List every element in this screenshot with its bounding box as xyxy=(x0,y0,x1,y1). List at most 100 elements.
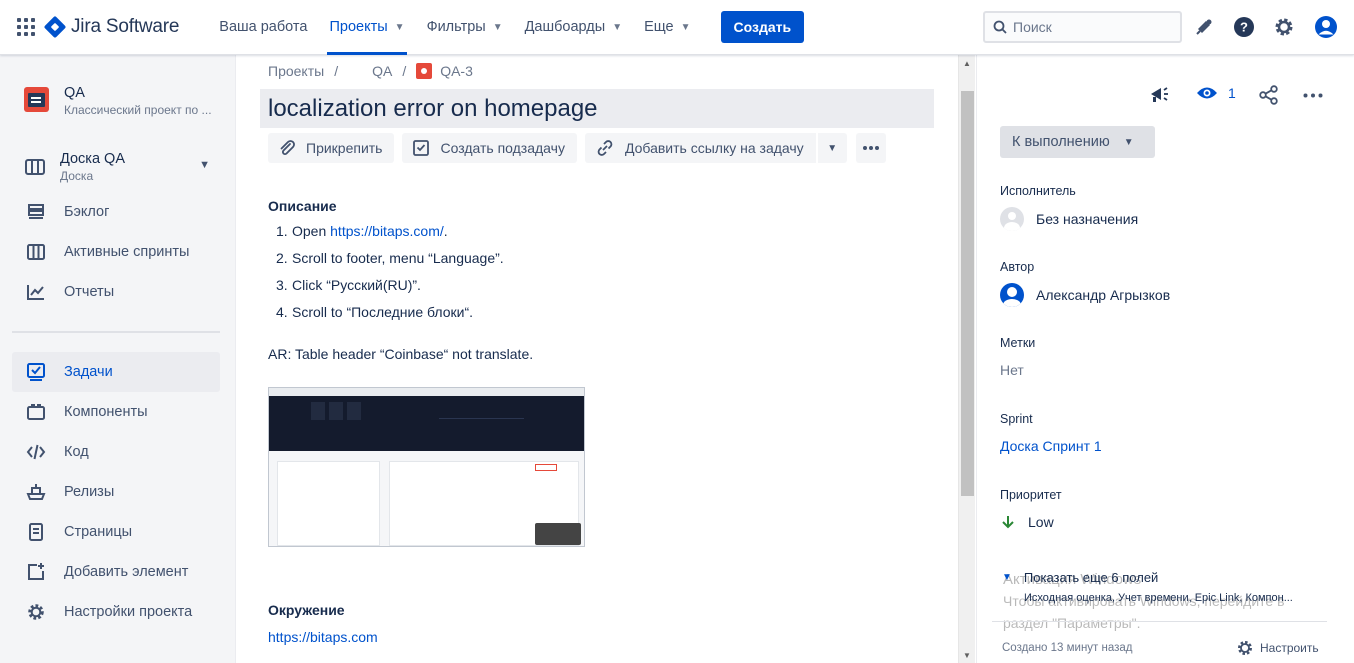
issue-title[interactable]: localization error on homepage xyxy=(260,89,934,128)
pages-icon xyxy=(24,520,48,544)
sidebar-item-backlog[interactable]: Бэклог xyxy=(12,192,220,232)
stats-table xyxy=(439,418,524,440)
breadcrumb-projects[interactable]: Проекты xyxy=(268,63,324,79)
breadcrumb-separator: / xyxy=(334,63,339,79)
step-item: 1. Open https://bitaps.com/. xyxy=(276,223,504,250)
board-selector[interactable]: Доска QA Доска ▼ xyxy=(24,151,220,183)
settings-icon xyxy=(24,600,48,624)
nav-more[interactable]: Еще ▼ xyxy=(634,0,700,55)
show-more-fields-list: Исходная оценка, Учет времени, Epic Link… xyxy=(1024,592,1293,604)
jira-logo[interactable]: Jira Software xyxy=(43,15,180,39)
sidebar-item-add-item[interactable]: Добавить элемент xyxy=(12,552,220,592)
scroll-down-icon[interactable]: ▼ xyxy=(963,651,971,660)
attach-button[interactable]: Прикрепить xyxy=(268,133,395,163)
breadcrumb-issue-key[interactable]: QA-3 xyxy=(440,63,473,79)
watch-button[interactable]: 1 xyxy=(1196,85,1236,101)
left-panel xyxy=(277,461,380,546)
create-button[interactable]: Создать xyxy=(720,11,805,43)
board-icon xyxy=(25,159,45,175)
chevron-down-icon: ▼ xyxy=(612,21,623,33)
main-scrollbar[interactable]: ▲ ▼ xyxy=(958,55,975,663)
sidebar-item-components[interactable]: Компоненты xyxy=(12,392,220,432)
share-icon[interactable] xyxy=(1259,85,1279,105)
apps-icon[interactable] xyxy=(17,18,35,36)
sidebar-item-label: Добавить элемент xyxy=(64,564,189,580)
watchers-count: 1 xyxy=(1228,85,1236,101)
link-issue-button[interactable]: Добавить ссылку на задачу xyxy=(584,133,816,163)
sidebar-item-reports[interactable]: Отчеты xyxy=(12,272,220,312)
add-item-icon xyxy=(24,560,48,584)
sidebar-item-label: Код xyxy=(64,444,89,460)
issue-details-panel: 1 К выполнению ▼ Исполнитель Без назначе… xyxy=(976,55,1354,663)
priority-value[interactable]: Low xyxy=(1000,514,1054,530)
search-input[interactable] xyxy=(1013,19,1163,35)
product-name: Jira Software xyxy=(71,16,180,37)
sidebar-item-issues[interactable]: Задачи xyxy=(12,352,220,392)
scroll-thumb[interactable] xyxy=(961,91,974,496)
feedback-icon[interactable] xyxy=(1149,85,1171,105)
components-icon xyxy=(24,400,48,424)
nav-projects[interactable]: Проекты ▼ xyxy=(319,0,414,55)
status-label: К выполнению xyxy=(1012,134,1110,150)
more-icon[interactable] xyxy=(1303,93,1323,98)
configure-button[interactable]: Настроить xyxy=(1236,639,1319,657)
issues-icon xyxy=(24,360,48,384)
search-box[interactable] xyxy=(983,11,1182,43)
help-icon[interactable]: ? xyxy=(1231,14,1257,40)
nav-your-work[interactable]: Ваша работа xyxy=(209,0,317,55)
sprint-label: Sprint xyxy=(1000,412,1033,426)
paperclip-icon xyxy=(278,139,296,157)
project-header[interactable]: QA Классический проект по ... xyxy=(24,85,212,117)
environment-link[interactable]: https://bitaps.com xyxy=(268,629,378,645)
reporter-name: Александр Агрызков xyxy=(1036,287,1171,303)
settings-icon[interactable] xyxy=(1271,14,1297,40)
link-icon xyxy=(595,139,615,157)
step-link[interactable]: https://bitaps.com/ xyxy=(330,223,444,239)
notifications-icon[interactable] xyxy=(1191,14,1217,40)
show-more-fields-button[interactable]: ▼ Показать еще 6 полей xyxy=(1002,570,1158,585)
description-steps[interactable]: 1. Open https://bitaps.com/. 2. Scroll to … xyxy=(276,223,504,331)
project-avatar xyxy=(24,87,49,112)
avatar xyxy=(1000,283,1024,307)
step-item: 2. Scroll to footer, menu “Language”. xyxy=(276,250,504,277)
profile-icon[interactable] xyxy=(1313,14,1339,40)
more-actions-button[interactable] xyxy=(855,133,886,163)
nav-label: Ваша работа xyxy=(219,19,308,35)
step-item: 4. Scroll to “Последние блоки“. xyxy=(276,304,504,331)
attachment-screenshot-thumbnail[interactable] xyxy=(268,387,585,547)
sidebar-item-pages[interactable]: Страницы xyxy=(12,512,220,552)
project-type: Классический проект по ... xyxy=(64,103,212,117)
sidebar-item-releases[interactable]: Релизы xyxy=(12,472,220,512)
sidebar-item-active-sprints[interactable]: Активные спринты xyxy=(12,232,220,272)
chevron-down-icon: ▼ xyxy=(394,21,405,33)
step-number: 4. xyxy=(276,304,288,320)
priority-name: Low xyxy=(1028,514,1054,530)
board-icon xyxy=(24,240,48,264)
board-sub: Доска xyxy=(60,169,94,183)
nav-label: Фильтры xyxy=(426,19,486,35)
create-subtask-button[interactable]: Создать подзадачу xyxy=(402,133,577,163)
chevron-down-icon: ▼ xyxy=(827,142,838,154)
priority-low-icon xyxy=(1002,516,1014,529)
labels-value[interactable]: Нет xyxy=(1000,362,1024,378)
settings-icon xyxy=(1238,641,1252,655)
assignee-value[interactable]: Без назначения xyxy=(1000,207,1138,231)
top-navigation: Jira Software Ваша работа Проекты ▼ Фильт… xyxy=(0,0,1354,55)
nav-filters[interactable]: Фильтры ▼ xyxy=(417,0,513,55)
reporter-value[interactable]: Александр Агрызков xyxy=(1000,283,1170,307)
sidebar-item-code[interactable]: Код xyxy=(12,432,220,472)
sidebar-item-project-settings[interactable]: Настройки проекта xyxy=(12,592,220,632)
priority-label: Приоритет xyxy=(1000,488,1062,502)
dark-header xyxy=(269,396,584,451)
sidebar-divider xyxy=(12,331,220,333)
sprint-link[interactable]: Доска Спринт 1 xyxy=(1000,438,1102,454)
link-issue-dropdown[interactable]: ▼ xyxy=(816,133,847,163)
breadcrumb-project[interactable]: QA xyxy=(372,63,392,79)
labels-label: Метки xyxy=(1000,336,1036,350)
chevron-down-icon: ▼ xyxy=(492,21,503,33)
sidebar-item-label: Страницы xyxy=(64,524,133,540)
scroll-up-icon[interactable]: ▲ xyxy=(963,59,971,68)
nav-dashboards[interactable]: Дашбоарды ▼ xyxy=(515,0,632,55)
status-dropdown[interactable]: К выполнению ▼ xyxy=(1000,126,1155,158)
board-name: Доска QA xyxy=(60,151,126,167)
